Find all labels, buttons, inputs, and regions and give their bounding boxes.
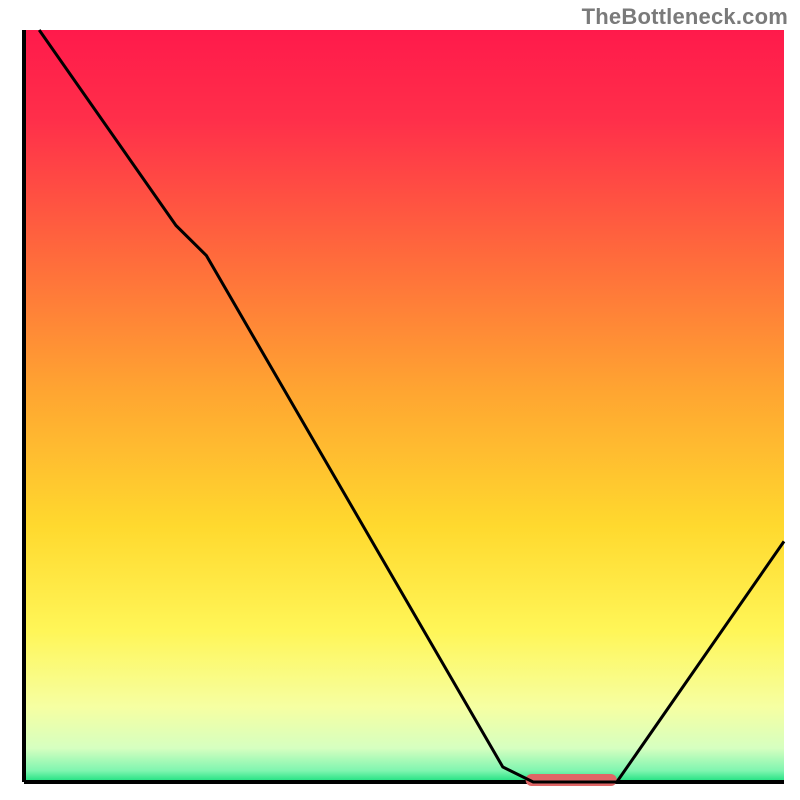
chart-stage: TheBottleneck.com — [0, 0, 800, 800]
watermark-label: TheBottleneck.com — [582, 4, 788, 30]
optimal-marker — [526, 774, 617, 786]
plot-gradient-background — [24, 30, 784, 782]
bottleneck-chart — [0, 0, 800, 800]
